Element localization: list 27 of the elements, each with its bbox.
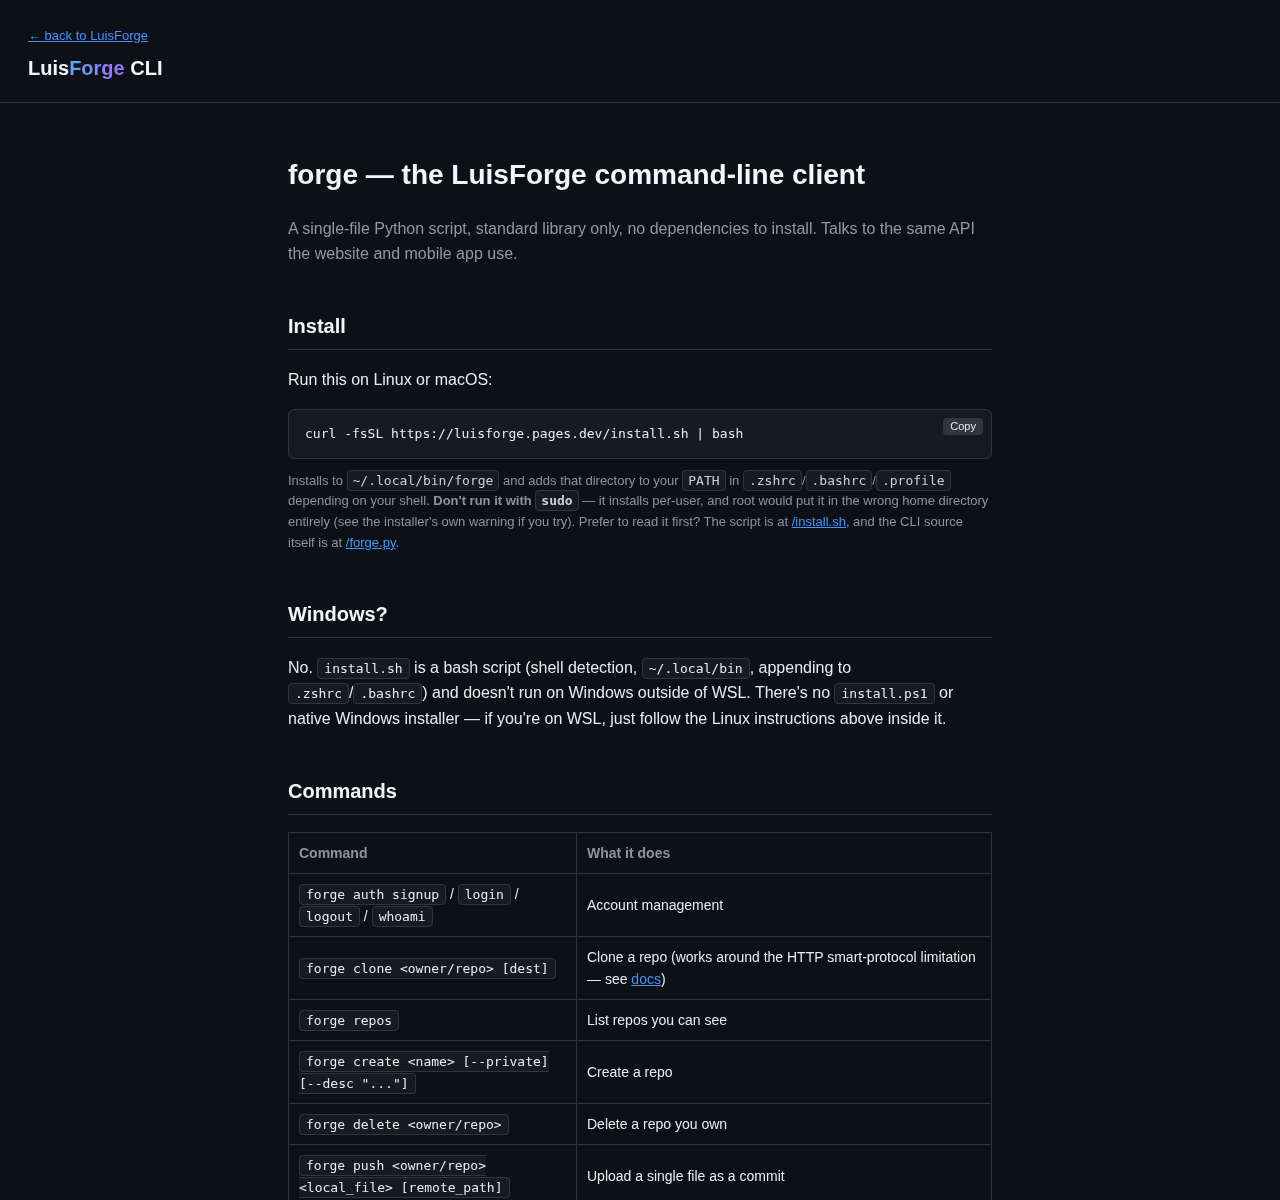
- column-header: Command: [288, 832, 577, 874]
- table-cell: forge clone <owner/repo> [dest]: [288, 936, 577, 1000]
- page-title: forge — the LuisForge command-line client: [288, 158, 867, 192]
- table-cell: Account management: [576, 873, 992, 937]
- note-paragraph: Installs to ~/.local/bin/forge and adds that directory to your PATH in .zshrc / .bashrc / .profile depending on your shell. Don't run it with sudo — it installs per-user, and root would put it in the wrong home directory entirely (see the installer's own warning if you try). Prefer to read it first? The script is at /install.sh, and the CLI source itself is at /forge.py.: [288, 470, 992, 554]
- table-cell: forge delete <owner/repo>: [288, 1103, 577, 1145]
- section-heading: Commands: [288, 778, 992, 816]
- table-cell: forge push <owner/repo> <local_file> [remote_path]: [288, 1144, 577, 1200]
- table-cell: forge repos: [288, 999, 577, 1041]
- table-cell: Create a repo: [576, 1040, 992, 1104]
- command-text: curl -fsSL https://luisforge.pages.dev/install.sh | bash: [305, 425, 744, 441]
- table-cell: List repos you can see: [576, 999, 992, 1041]
- inline-link[interactable]: /install.sh: [791, 514, 846, 530]
- copy-button[interactable]: Copy: [943, 417, 983, 435]
- table-cell: Delete a repo you own: [576, 1103, 992, 1145]
- section-heading: Windows?: [288, 600, 992, 638]
- table-cell: Clone a repo (works around the HTTP smart-protocol limitation — see docs): [576, 936, 992, 1000]
- lead-paragraph: A single-file Python script, standard library only, no dependencies to install. Talks to the same API the website and mobile app use.: [288, 219, 976, 264]
- table-cell: forge auth signup / login / logout / whoami: [288, 873, 577, 937]
- back-link[interactable]: ← back to LuisForge: [28, 28, 148, 44]
- paragraph: No. install.sh is a bash script (shell detection, ~/.local/bin , appending to .zshrc / .bashrc ) and doesn't run on Windows outside of WSL. There's no install.ps1 or native Windows installer — if you're on WSL, just follow the Linux instructions above inside it.: [288, 656, 955, 729]
- site-title: LuisForge CLI: [28, 56, 163, 80]
- column-header: What it does: [576, 832, 992, 874]
- section-heading: Install: [288, 313, 992, 350]
- paragraph: Run this on Linux or macOS:: [288, 370, 494, 390]
- inline-link[interactable]: docs: [631, 971, 661, 988]
- table-cell: forge create <name> [--private] [--desc "..."]: [288, 1040, 577, 1104]
